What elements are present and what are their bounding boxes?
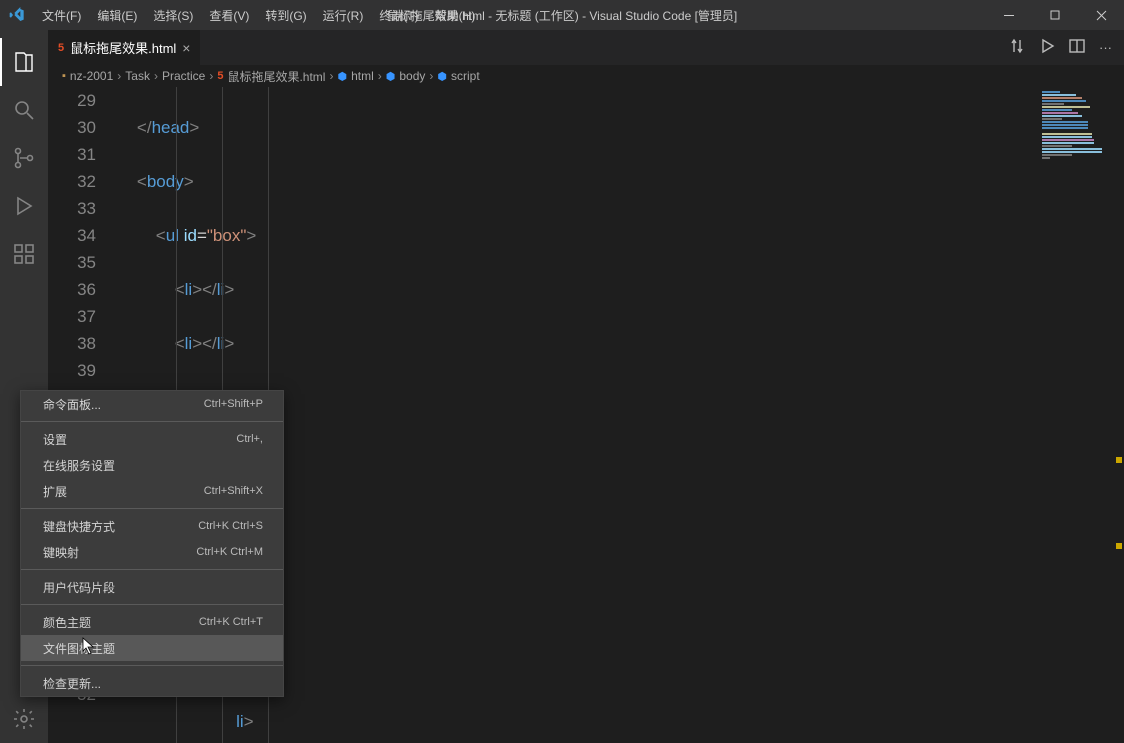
compare-changes-icon[interactable] [1009, 38, 1025, 57]
close-button[interactable] [1078, 0, 1124, 30]
ctx-item[interactable]: 键盘快捷方式Ctrl+K Ctrl+S [21, 513, 283, 539]
breadcrumb-item[interactable]: ▪nz-2001 [62, 69, 113, 83]
breadcrumb-item[interactable]: Task [125, 69, 150, 83]
ctx-item[interactable]: 设置Ctrl+, [21, 426, 283, 452]
tab-bar: 5 鼠标拖尾效果.html × ··· [48, 30, 1124, 65]
maximize-button[interactable] [1032, 0, 1078, 30]
vscode-logo [0, 7, 34, 23]
ctx-item[interactable]: 用户代码片段 [21, 574, 283, 600]
ctx-item[interactable]: 扩展Ctrl+Shift+X [21, 478, 283, 504]
run-icon[interactable] [1039, 38, 1055, 57]
more-icon[interactable]: ··· [1099, 40, 1112, 55]
breadcrumb-item[interactable]: 5鼠标拖尾效果.html [217, 68, 325, 85]
search-icon[interactable] [0, 86, 48, 134]
ctx-item[interactable]: 颜色主题Ctrl+K Ctrl+T [21, 609, 283, 635]
tab-file[interactable]: 5 鼠标拖尾效果.html × [48, 30, 201, 65]
minimize-button[interactable] [986, 0, 1032, 30]
menu-view[interactable]: 查看(V) [201, 0, 257, 30]
menu-terminal[interactable]: 终端(T) [371, 0, 426, 30]
split-editor-icon[interactable] [1069, 38, 1085, 57]
ctx-item[interactable]: 在线服务设置 [21, 452, 283, 478]
menu-help[interactable]: 帮助(H) [427, 0, 484, 30]
ctx-item[interactable]: 键映射Ctrl+K Ctrl+M [21, 539, 283, 565]
overview-warning-marker[interactable] [1116, 543, 1122, 549]
menu-edit[interactable]: 编辑(E) [89, 0, 145, 30]
ctx-item[interactable]: 文件图标主题 [21, 635, 283, 661]
ctx-item[interactable]: 命令面板...Ctrl+Shift+P [21, 391, 283, 417]
run-debug-icon[interactable] [0, 182, 48, 230]
settings-context-menu[interactable]: 命令面板...Ctrl+Shift+P 设置Ctrl+,在线服务设置扩展Ctrl+… [20, 390, 284, 697]
minimap[interactable] [1036, 87, 1124, 743]
menu-select[interactable]: 选择(S) [145, 0, 201, 30]
breadcrumb-item[interactable]: ⬢body [386, 69, 426, 83]
overview-warning-marker[interactable] [1116, 457, 1122, 463]
close-icon[interactable]: × [182, 40, 190, 56]
menu-goto[interactable]: 转到(G) [257, 0, 314, 30]
explorer-icon[interactable] [0, 38, 48, 86]
html-file-icon: 5 [58, 42, 64, 54]
breadcrumb-item[interactable]: ⬢html [337, 69, 373, 83]
breadcrumb: ▪nz-2001› Task› Practice› 5鼠标拖尾效果.html› … [48, 65, 1124, 87]
breadcrumb-item[interactable]: ⬢script [437, 69, 479, 83]
source-control-icon[interactable] [0, 134, 48, 182]
menu-bar: 文件(F) 编辑(E) 选择(S) 查看(V) 转到(G) 运行(R) 终端(T… [34, 0, 483, 30]
extensions-icon[interactable] [0, 230, 48, 278]
breadcrumb-item[interactable]: Practice [162, 69, 205, 83]
tab-label: 鼠标拖尾效果.html [70, 38, 176, 57]
menu-run[interactable]: 运行(R) [315, 0, 372, 30]
title-bar: 文件(F) 编辑(E) 选择(S) 查看(V) 转到(G) 运行(R) 终端(T… [0, 0, 1124, 30]
settings-gear-icon[interactable] [0, 695, 48, 743]
ctx-item[interactable]: 检查更新... [21, 670, 283, 696]
menu-file[interactable]: 文件(F) [34, 0, 89, 30]
